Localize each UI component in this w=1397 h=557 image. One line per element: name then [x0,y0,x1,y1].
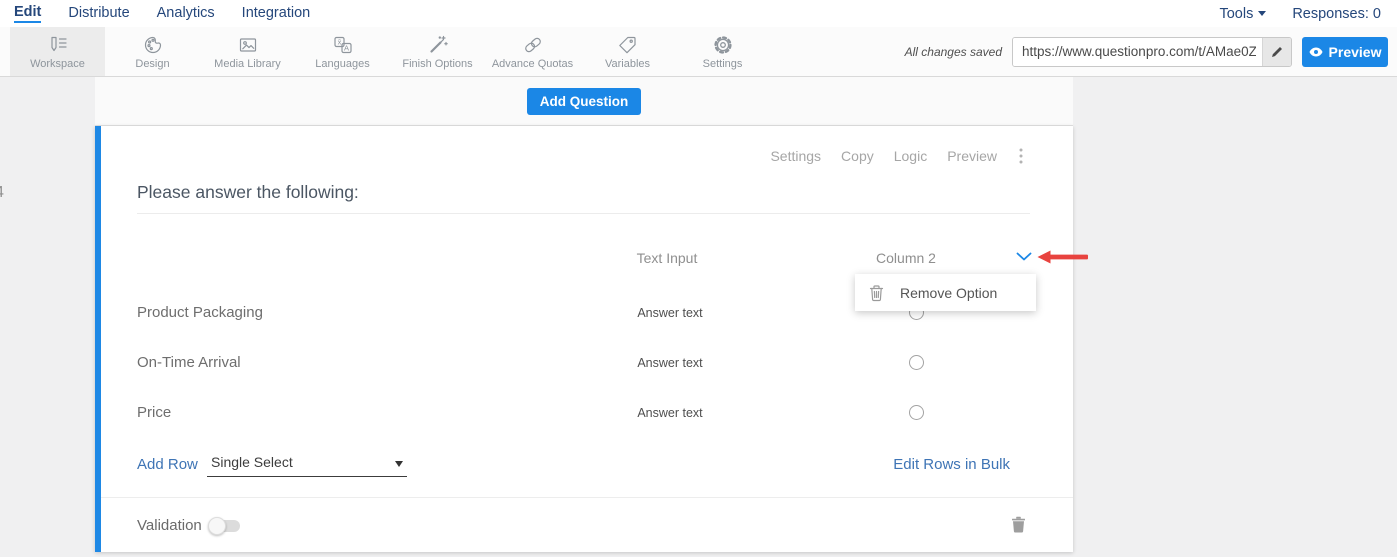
toggle-knob [208,517,226,535]
nav-tab-analytics[interactable]: Analytics [157,5,215,22]
answer-text-cell[interactable]: Answer text [570,356,770,370]
footer-divider [101,497,1073,498]
toolbar-item-media-library[interactable]: Media Library [200,27,295,76]
save-status: All changes saved [905,45,1002,59]
question-logic-button[interactable]: Logic [894,148,927,164]
caret-down-icon [395,461,403,467]
caret-down-icon [1258,11,1266,16]
questionpro-survey-editor: Edit Distribute Analytics Integration To… [0,0,1397,557]
row-type-value: Single Select [211,454,293,470]
tools-menu[interactable]: Tools [1219,6,1266,22]
toolbar-item-design[interactable]: Design [105,27,200,76]
pencil-icon [1271,46,1283,58]
trash-icon [868,284,885,302]
question-card: Settings Copy Logic Preview Please answe… [95,126,1073,552]
toolbar-label: Advance Quotas [492,58,573,70]
preview-button[interactable]: Preview [1302,37,1388,67]
add-question-bar: Add Question [95,77,1073,126]
toolbar-item-finish-options[interactable]: Finish Options [390,27,485,76]
row-controls: Add Row Single Select Edit Rows in Bulk [101,456,1073,476]
row-label[interactable]: Product Packaging [137,304,263,321]
toolbar-item-workspace[interactable]: Workspace [10,27,105,76]
settings-icon [712,33,734,57]
survey-url-box [1012,37,1292,67]
top-nav: Edit Distribute Analytics Integration To… [0,0,1397,27]
radio-button[interactable] [909,355,924,370]
chevron-down-icon[interactable] [1016,252,1032,262]
design-icon [142,33,164,57]
main-tabs: Edit Distribute Analytics Integration [14,4,310,23]
column-header-text-input: Text Input [567,250,767,266]
add-row-button[interactable]: Add Row [137,456,198,473]
answer-text-cell[interactable]: Answer text [570,406,770,420]
preview-label: Preview [1329,44,1382,60]
annotation-arrow-icon [1037,250,1089,264]
question-preview-button[interactable]: Preview [947,148,997,164]
toolbar-item-advance-quotas[interactable]: Advance Quotas [485,27,580,76]
svg-text:x̄: x̄ [337,38,341,47]
toolbar-item-settings[interactable]: Settings [675,27,770,76]
media-library-icon [237,33,259,57]
question-footer: Validation [101,512,1073,538]
column-header-column-2[interactable]: Column 2 [846,250,966,266]
more-options-icon[interactable] [1019,148,1023,164]
matrix-row: On-Time Arrival Answer text [101,348,1073,378]
toolbar-item-variables[interactable]: Variables [580,27,675,76]
toolbar-label: Workspace [30,58,85,70]
toolbar-label: Settings [703,58,743,70]
svg-text:A: A [343,44,348,53]
column-options-menu: Remove Option [855,274,1036,311]
advance-quotas-icon [522,33,544,57]
editor-toolbar: Workspace Design Media Library x̄A Langu… [0,27,1397,77]
nav-tab-integration[interactable]: Integration [242,5,311,22]
question-number: 4 [0,184,4,202]
toolbar-label: Languages [315,58,369,70]
tools-label: Tools [1219,6,1253,22]
nav-tab-distribute[interactable]: Distribute [68,5,129,22]
question-title[interactable]: Please answer the following: [137,182,359,203]
validation-toggle[interactable] [210,520,240,532]
question-copy-button[interactable]: Copy [841,148,874,164]
survey-url-input[interactable] [1013,38,1262,66]
toolbar-label: Media Library [214,58,281,70]
add-question-button[interactable]: Add Question [527,88,642,115]
toolbar-label: Variables [605,58,650,70]
variables-icon [617,33,639,57]
nav-tab-edit[interactable]: Edit [14,4,41,23]
row-type-select[interactable]: Single Select [207,454,407,477]
remove-option-item[interactable]: Remove Option [900,285,997,301]
eye-icon [1309,47,1323,57]
question-actions: Settings Copy Logic Preview [770,148,1023,164]
edit-url-button[interactable] [1262,38,1291,66]
toolbar-label: Design [135,58,169,70]
matrix-row: Price Answer text [101,398,1073,428]
workspace-icon [47,33,69,57]
radio-button[interactable] [909,405,924,420]
question-settings-button[interactable]: Settings [770,148,821,164]
row-label[interactable]: On-Time Arrival [137,354,241,371]
delete-question-icon[interactable] [1011,516,1026,533]
toolbar-label: Finish Options [402,58,472,70]
languages-icon: x̄A [332,33,354,57]
answer-text-cell[interactable]: Answer text [570,306,770,320]
row-label[interactable]: Price [137,404,171,421]
title-divider [137,213,1030,214]
toolbar-item-languages[interactable]: x̄A Languages [295,27,390,76]
finish-options-icon [427,33,449,57]
edit-rows-bulk-button[interactable]: Edit Rows in Bulk [893,456,1010,473]
validation-label: Validation [137,517,202,534]
responses-counter[interactable]: Responses: 0 [1292,6,1381,22]
